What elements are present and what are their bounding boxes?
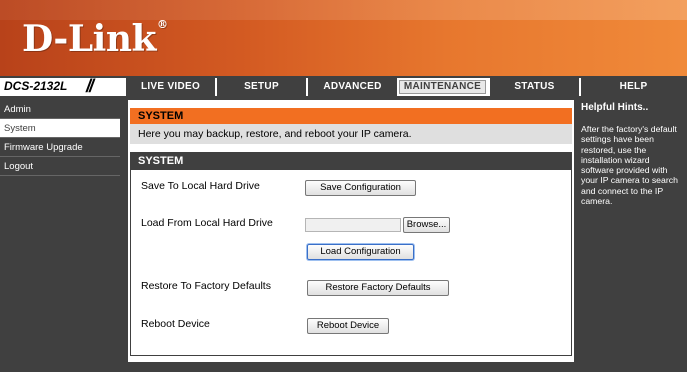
browse-button[interactable]: Browse...: [403, 217, 450, 233]
tab-advanced[interactable]: ADVANCED: [306, 78, 397, 96]
page-description: Here you may backup, restore, and reboot…: [130, 124, 572, 144]
dlink-logo: D-Link®: [22, 18, 168, 60]
sidebar-item-logout[interactable]: Logout: [0, 157, 120, 176]
reboot-device-button[interactable]: Reboot Device: [307, 318, 389, 334]
slash-divider-icon: //: [86, 76, 94, 96]
top-tabs: LIVE VIDEO SETUP ADVANCED MAINTENANCE ST…: [124, 78, 686, 96]
load-label: Load From Local Hard Drive: [141, 217, 273, 229]
model-box: DCS-2132L //: [0, 76, 124, 96]
save-label: Save To Local Hard Drive: [141, 180, 260, 192]
hints-title: Helpful Hints..: [581, 102, 649, 113]
section-title: SYSTEM: [130, 152, 572, 170]
banner-highlight: [0, 0, 687, 20]
tab-live-video[interactable]: LIVE VIDEO: [124, 78, 215, 96]
tab-maintenance[interactable]: MAINTENANCE: [397, 78, 488, 96]
reboot-label: Reboot Device: [141, 318, 210, 330]
tab-help[interactable]: HELP: [579, 78, 686, 96]
system-section: Save To Local Hard Drive Save Configurat…: [130, 170, 572, 356]
sidebar: Admin System Firmware Upgrade Logout: [0, 100, 120, 372]
header-banner: D-Link®: [0, 0, 687, 76]
restore-factory-defaults-button[interactable]: Restore Factory Defaults: [307, 280, 449, 296]
model-name: DCS-2132L: [4, 79, 68, 93]
save-configuration-button[interactable]: Save Configuration: [305, 180, 416, 196]
page-title: SYSTEM: [130, 108, 572, 124]
tab-status[interactable]: STATUS: [488, 78, 579, 96]
tab-setup[interactable]: SETUP: [215, 78, 306, 96]
sidebar-item-firmware-upgrade[interactable]: Firmware Upgrade: [0, 138, 120, 157]
registered-mark: ®: [156, 18, 168, 31]
sidebar-item-system[interactable]: System: [0, 119, 120, 138]
restore-label: Restore To Factory Defaults: [141, 280, 271, 292]
main-panel: SYSTEM Here you may backup, restore, and…: [128, 100, 574, 362]
hints-text: After the factory's default settings hav…: [581, 124, 678, 207]
load-configuration-button[interactable]: Load Configuration: [307, 244, 414, 260]
file-path-field[interactable]: [305, 218, 401, 232]
logo-text: D-Link: [22, 18, 156, 60]
hints-panel: Helpful Hints.. After the factory's defa…: [578, 100, 687, 372]
sidebar-item-admin[interactable]: Admin: [0, 100, 120, 119]
